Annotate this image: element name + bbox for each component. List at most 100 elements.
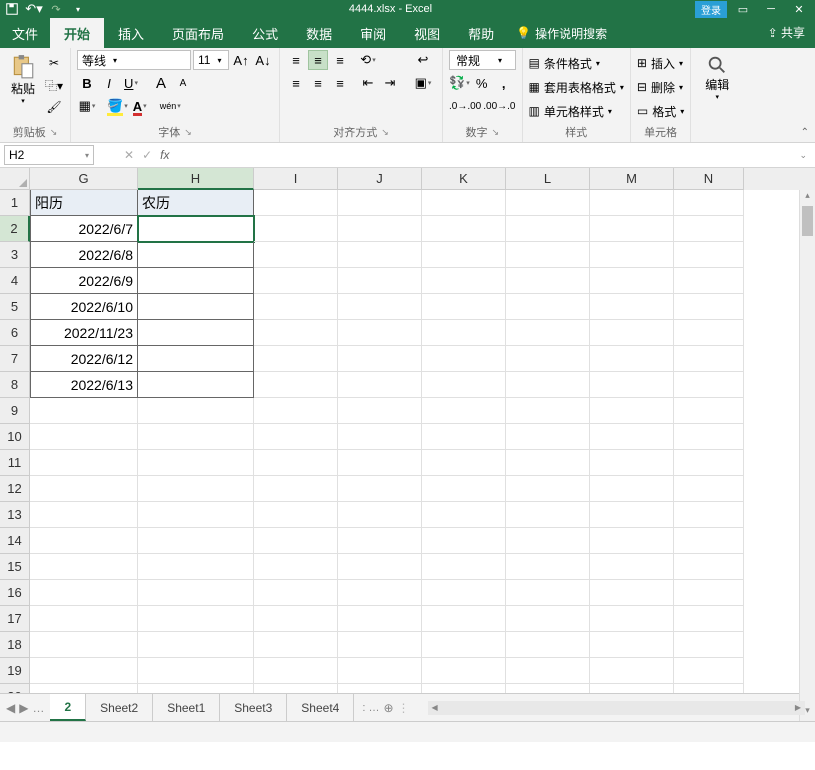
cell[interactable]: [30, 502, 138, 528]
cell[interactable]: [590, 632, 674, 658]
cell[interactable]: [506, 554, 590, 580]
cell[interactable]: [254, 450, 338, 476]
cell[interactable]: [674, 632, 744, 658]
cell[interactable]: [254, 372, 338, 398]
cell[interactable]: [674, 580, 744, 606]
cell[interactable]: [338, 346, 422, 372]
cell[interactable]: [138, 554, 254, 580]
align-bottom-icon[interactable]: ≡: [330, 50, 350, 70]
cell[interactable]: [338, 242, 422, 268]
cell[interactable]: [590, 294, 674, 320]
italic-button[interactable]: I: [99, 73, 119, 93]
cell[interactable]: [590, 528, 674, 554]
cell[interactable]: 2022/6/10: [30, 294, 138, 320]
number-format-select[interactable]: 常规▾: [449, 50, 516, 70]
cell[interactable]: 2022/6/8: [30, 242, 138, 268]
cell[interactable]: [590, 606, 674, 632]
cell[interactable]: [590, 580, 674, 606]
cell[interactable]: [138, 424, 254, 450]
column-header[interactable]: G: [30, 168, 138, 190]
cell[interactable]: [590, 554, 674, 580]
font-larger-icon[interactable]: A: [151, 73, 171, 93]
cell[interactable]: [254, 528, 338, 554]
column-header[interactable]: K: [422, 168, 506, 190]
login-button[interactable]: 登录: [695, 1, 727, 18]
select-all-corner[interactable]: [0, 168, 30, 190]
cell[interactable]: [506, 476, 590, 502]
cell[interactable]: 2022/6/12: [30, 346, 138, 372]
cell[interactable]: [422, 580, 506, 606]
row-header[interactable]: 8: [0, 372, 30, 398]
cell[interactable]: [138, 242, 254, 268]
format-as-table-button[interactable]: ▦ 套用表格格式▾: [529, 76, 624, 98]
horizontal-scrollbar[interactable]: ◀▶: [428, 701, 805, 715]
cell[interactable]: [590, 372, 674, 398]
cell[interactable]: [254, 320, 338, 346]
cell[interactable]: [674, 242, 744, 268]
cell[interactable]: [138, 320, 254, 346]
undo-icon[interactable]: ↶▾: [26, 1, 42, 17]
clipboard-dialog-launcher[interactable]: ↘: [50, 127, 58, 138]
cell[interactable]: [590, 216, 674, 242]
cell[interactable]: [254, 580, 338, 606]
cell[interactable]: [506, 398, 590, 424]
cell[interactable]: 阳历: [30, 190, 138, 216]
cell[interactable]: [674, 554, 744, 580]
row-header[interactable]: 5: [0, 294, 30, 320]
row-header[interactable]: 7: [0, 346, 30, 372]
font-color-button[interactable]: A: [130, 96, 150, 116]
cell[interactable]: [138, 528, 254, 554]
cut-icon[interactable]: ✂: [44, 54, 64, 72]
cell[interactable]: [506, 502, 590, 528]
cell[interactable]: [422, 632, 506, 658]
cell[interactable]: [138, 476, 254, 502]
ribbon-tab[interactable]: 开始: [50, 18, 104, 48]
cell[interactable]: [254, 190, 338, 216]
sheet-tab[interactable]: 2: [50, 694, 86, 721]
column-header[interactable]: H: [138, 168, 254, 190]
align-middle-icon[interactable]: ≡: [308, 50, 328, 70]
cell[interactable]: [30, 658, 138, 684]
cell[interactable]: [338, 450, 422, 476]
cell[interactable]: [590, 684, 674, 693]
cell[interactable]: [506, 242, 590, 268]
cell[interactable]: 2022/6/9: [30, 268, 138, 294]
format-painter-icon[interactable]: 🖌: [44, 98, 64, 116]
font-dialog-launcher[interactable]: ↘: [184, 127, 192, 138]
cell[interactable]: [338, 216, 422, 242]
cell[interactable]: [338, 268, 422, 294]
cell[interactable]: [30, 632, 138, 658]
column-header[interactable]: L: [506, 168, 590, 190]
tab-scroll-right[interactable]: ▶: [19, 701, 28, 715]
orientation-icon[interactable]: ⟲: [358, 50, 378, 70]
cell[interactable]: [506, 632, 590, 658]
sheet-tab[interactable]: Sheet4: [287, 694, 354, 721]
column-header[interactable]: I: [254, 168, 338, 190]
cell[interactable]: [138, 502, 254, 528]
cell[interactable]: [422, 242, 506, 268]
cell[interactable]: [506, 320, 590, 346]
cell[interactable]: 2022/6/7: [30, 216, 138, 242]
cell[interactable]: [422, 606, 506, 632]
cell[interactable]: [254, 632, 338, 658]
bold-button[interactable]: B: [77, 73, 97, 93]
cell[interactable]: [506, 684, 590, 693]
row-header[interactable]: 13: [0, 502, 30, 528]
cell[interactable]: [254, 294, 338, 320]
tab-scroll-menu[interactable]: …: [32, 701, 44, 715]
row-header[interactable]: 20: [0, 684, 30, 693]
column-header[interactable]: M: [590, 168, 674, 190]
cell[interactable]: [338, 684, 422, 693]
cell[interactable]: [674, 684, 744, 693]
enter-formula-icon[interactable]: ✓: [142, 148, 152, 162]
row-header[interactable]: 14: [0, 528, 30, 554]
ribbon-tab[interactable]: 页面布局: [158, 18, 238, 48]
cell[interactable]: [422, 684, 506, 693]
cell[interactable]: [422, 528, 506, 554]
phonetic-button[interactable]: wén: [160, 96, 181, 116]
cell[interactable]: [338, 476, 422, 502]
cell[interactable]: [506, 606, 590, 632]
cell[interactable]: [422, 450, 506, 476]
cell[interactable]: [674, 320, 744, 346]
cell[interactable]: [138, 346, 254, 372]
